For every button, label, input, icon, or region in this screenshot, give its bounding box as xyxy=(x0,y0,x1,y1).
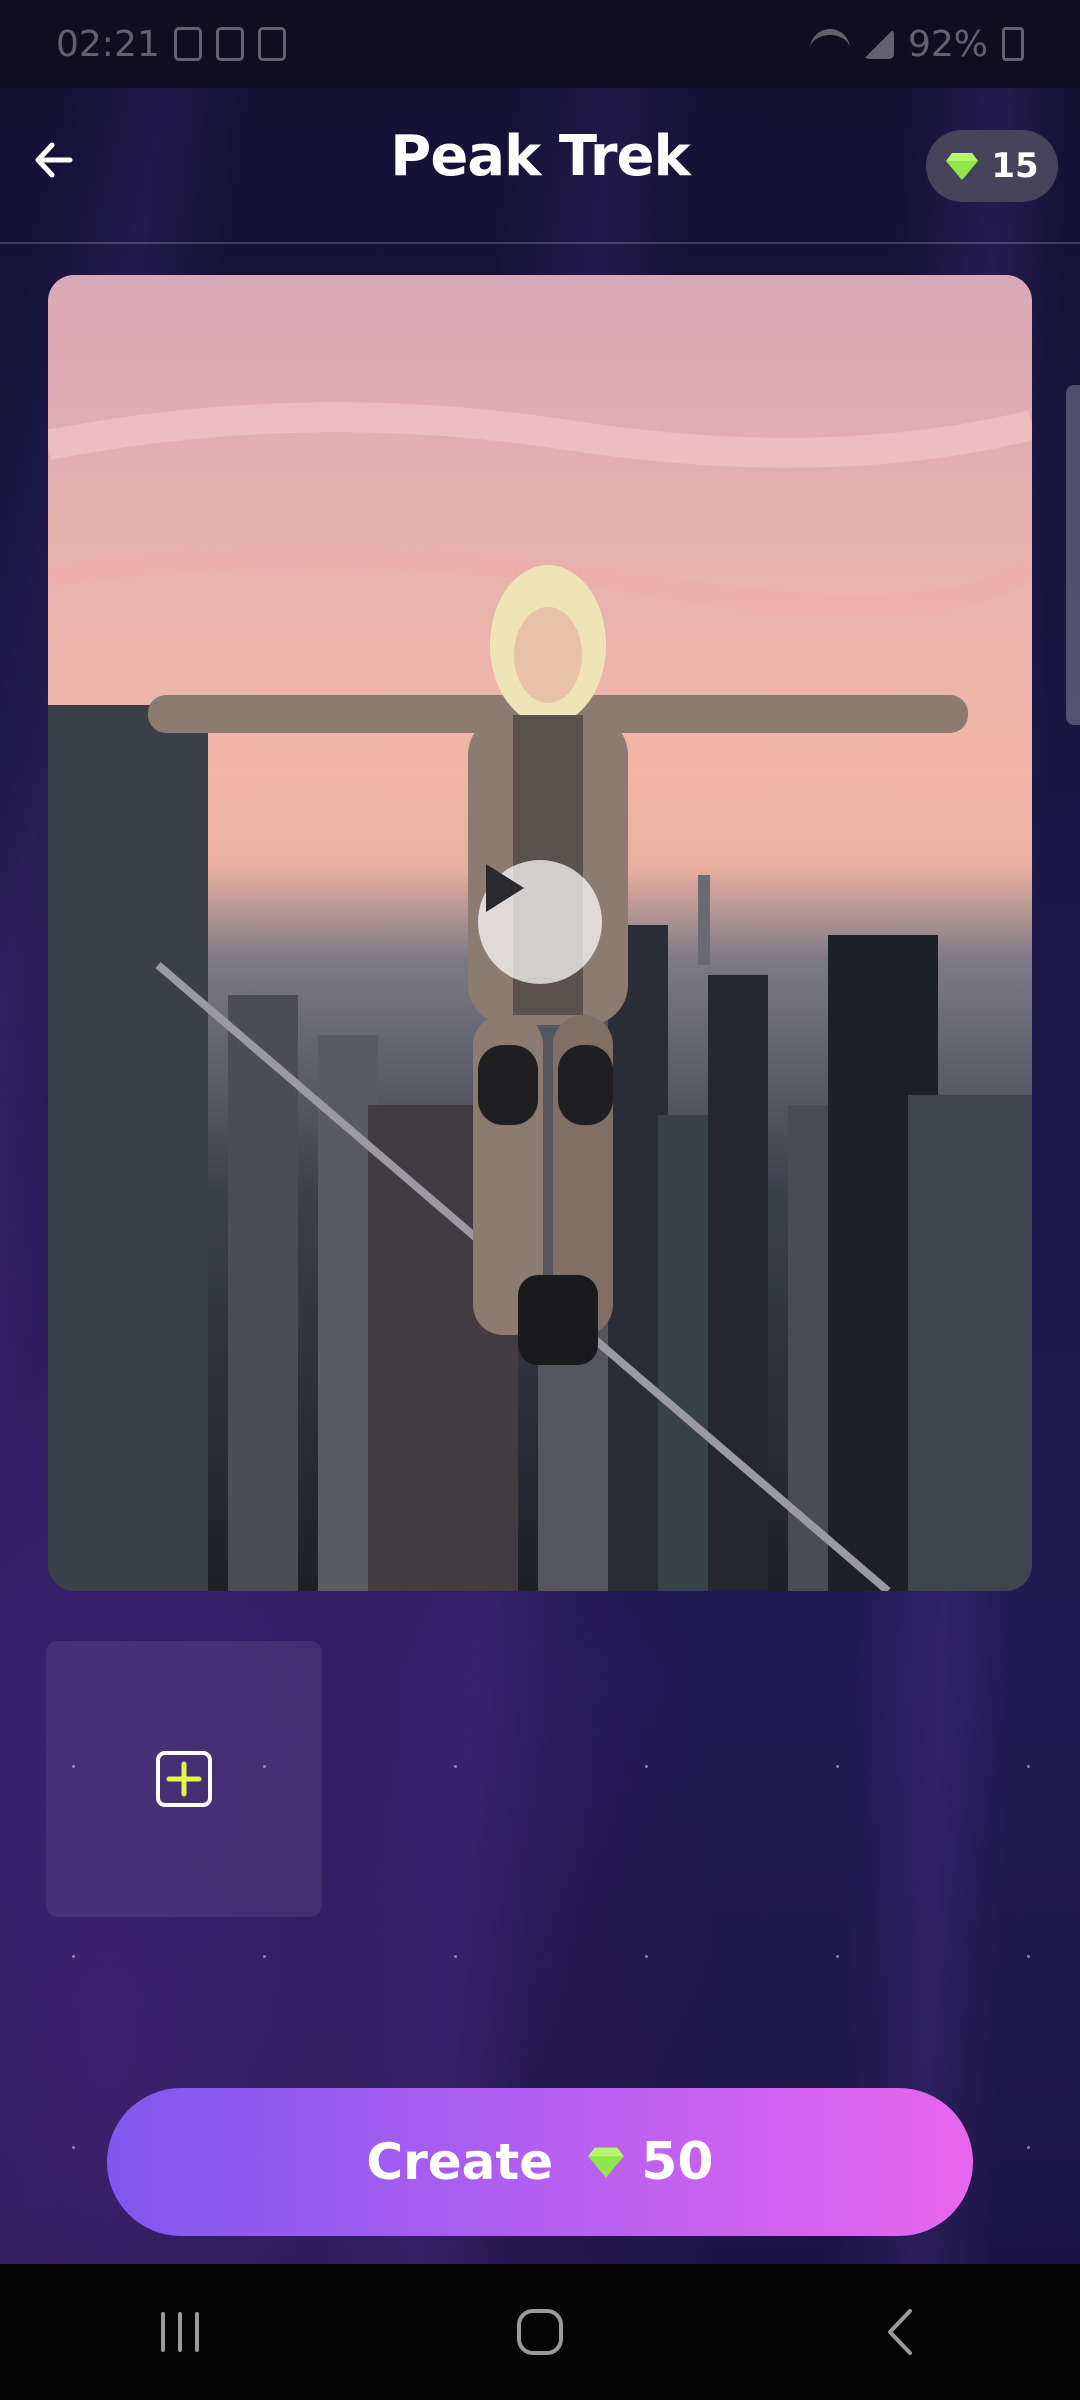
create-button[interactable]: Create 50 xyxy=(107,2088,973,2236)
status-right: 92% xyxy=(809,23,1024,65)
notification-icon xyxy=(215,27,244,61)
play-icon xyxy=(486,864,524,912)
gem-balance-badge[interactable]: 15 xyxy=(926,130,1058,202)
grid-dot xyxy=(263,1955,266,1958)
system-back-button[interactable] xyxy=(840,2287,960,2377)
grid-dot xyxy=(263,1765,266,1768)
notification-icon xyxy=(173,27,202,61)
grid-dot xyxy=(836,1765,839,1768)
grid-dot xyxy=(454,1955,457,1958)
grid-dot xyxy=(645,1765,648,1768)
add-media-tile[interactable] xyxy=(46,1641,322,1917)
grid-dot xyxy=(1027,1765,1030,1768)
gem-count: 15 xyxy=(991,146,1039,186)
video-preview[interactable] xyxy=(48,275,1032,1591)
grid-dot xyxy=(72,2146,75,2149)
create-cost: 50 xyxy=(587,2132,714,2192)
grid-dot xyxy=(72,1955,75,1958)
grid-dot xyxy=(454,1765,457,1768)
home-button[interactable] xyxy=(480,2287,600,2377)
recent-apps-button[interactable] xyxy=(120,2287,240,2377)
home-icon xyxy=(517,2309,563,2355)
grid-dot xyxy=(72,1765,75,1768)
grid-dot xyxy=(1027,2146,1030,2149)
create-label: Create xyxy=(366,2133,554,2191)
gem-icon xyxy=(588,2147,625,2178)
page-title: Peak Trek xyxy=(390,124,690,189)
plus-square-icon xyxy=(156,1751,212,1807)
wifi-icon xyxy=(809,29,850,59)
gem-icon xyxy=(946,153,979,180)
battery-icon xyxy=(1002,27,1024,61)
back-icon xyxy=(888,2309,912,2355)
notification-icon xyxy=(257,27,286,61)
status-left: 02:21 xyxy=(56,24,286,65)
play-button[interactable] xyxy=(478,860,602,984)
signal-icon xyxy=(863,29,894,59)
system-nav-bar xyxy=(0,2264,1080,2400)
status-bar: 02:21 92% xyxy=(0,0,1080,88)
grid-dot xyxy=(645,1955,648,1958)
recent-apps-icon xyxy=(161,2312,199,2352)
grid-dot xyxy=(1027,1955,1030,1958)
header: Peak Trek 15 xyxy=(0,88,1080,244)
create-cost-value: 50 xyxy=(641,2132,714,2192)
scroll-indicator[interactable] xyxy=(1066,385,1080,725)
battery-percent: 92% xyxy=(907,23,988,65)
grid-dot xyxy=(836,1955,839,1958)
status-time: 02:21 xyxy=(56,23,160,65)
